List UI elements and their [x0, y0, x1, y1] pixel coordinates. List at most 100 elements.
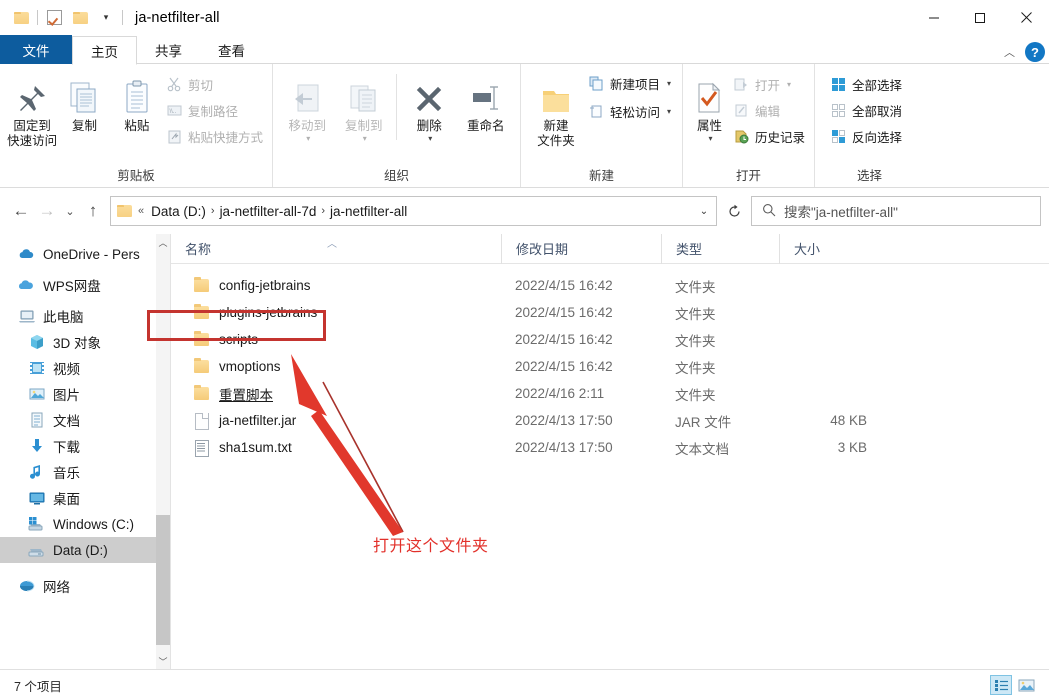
paste-button[interactable]: 粘贴: [111, 70, 163, 134]
sidebar-item-windows-c[interactable]: Windows (C:): [0, 511, 170, 537]
sidebar-item-documents[interactable]: 文档: [0, 407, 170, 433]
file-name-cell[interactable]: scripts: [171, 331, 501, 348]
table-row[interactable]: plugins-jetbrains 2022/4/15 16:42 文件夹: [171, 299, 1049, 326]
table-row[interactable]: vmoptions 2022/4/15 16:42 文件夹: [171, 353, 1049, 380]
maximize-icon[interactable]: [957, 0, 1003, 35]
navigation-pane: OneDrive - Pers WPS网盘 此电脑 3D 对象 视频 图片 文档…: [0, 234, 170, 669]
sidebar-item-3d-objects[interactable]: 3D 对象: [0, 329, 170, 355]
recent-locations-icon[interactable]: ⌄: [60, 198, 80, 224]
large-icons-view-icon[interactable]: [1015, 675, 1037, 695]
copy-path-button[interactable]: \\.. 复制路径: [163, 99, 266, 122]
easy-access-button[interactable]: 轻松访问 ▾: [585, 100, 674, 123]
column-header-name[interactable]: 名称 ︿: [171, 234, 501, 264]
file-name-cell[interactable]: config-jetbrains: [171, 277, 501, 294]
tab-home[interactable]: 主页: [72, 36, 137, 65]
column-header-date[interactable]: 修改日期: [501, 233, 661, 264]
chevron-down-icon[interactable]: ▾: [363, 134, 367, 143]
file-name-cell[interactable]: plugins-jetbrains: [171, 304, 501, 321]
help-icon[interactable]: ?: [1025, 42, 1045, 62]
refresh-icon[interactable]: [717, 196, 751, 226]
history-button[interactable]: 历史记录: [730, 125, 808, 148]
scroll-down-icon[interactable]: ﹀: [156, 653, 170, 669]
sidebar-item-onedrive[interactable]: OneDrive - Pers: [0, 241, 170, 267]
chevron-down-icon[interactable]: ▾: [708, 134, 712, 143]
file-name-cell[interactable]: 重置脚本: [171, 384, 501, 404]
sidebar-item-pictures[interactable]: 图片: [0, 381, 170, 407]
ribbon-group-clipboard: 固定到 快速访问 复制 粘贴 剪切 \\.. 复制路径 粘贴快捷方式 剪贴板: [0, 64, 272, 187]
search-input[interactable]: 搜索"ja-netfilter-all": [751, 196, 1041, 226]
sidebar-item-music[interactable]: 音乐: [0, 459, 170, 485]
pin-to-quick-access-button[interactable]: 固定到 快速访问: [6, 70, 58, 149]
move-to-button[interactable]: 移动到 ▾: [279, 70, 336, 143]
table-row[interactable]: config-jetbrains 2022/4/15 16:42 文件夹: [171, 272, 1049, 299]
breadcrumb-overflow[interactable]: «: [134, 205, 148, 217]
sidebar-item-label: OneDrive - Pers: [43, 246, 140, 262]
select-all-button[interactable]: 全部选择: [827, 73, 905, 96]
folder-icon[interactable]: [8, 5, 34, 31]
close-icon[interactable]: [1003, 0, 1049, 35]
breadcrumb-item-parent[interactable]: ja-netfilter-all-7d: [217, 204, 320, 219]
address-input[interactable]: « Data (D:) › ja-netfilter-all-7d › ja-n…: [110, 196, 717, 226]
file-name-cell[interactable]: vmoptions: [171, 358, 501, 375]
rename-icon: [468, 74, 504, 116]
back-arrow-icon[interactable]: ←: [8, 198, 34, 224]
sidebar-item-videos[interactable]: 视频: [0, 355, 170, 381]
table-row[interactable]: sha1sum.txt 2022/4/13 17:50 文本文档 3 KB: [171, 434, 1049, 461]
new-item-button[interactable]: 新建项目 ▾: [585, 72, 674, 95]
file-name-cell[interactable]: sha1sum.txt: [171, 439, 501, 457]
scrollbar-thumb[interactable]: [156, 515, 170, 645]
chevron-down-icon[interactable]: ⌄: [692, 206, 716, 217]
invert-selection-button[interactable]: 反向选择: [827, 125, 905, 148]
chevron-down-icon[interactable]: ▾: [667, 79, 671, 88]
minimize-icon[interactable]: [911, 0, 957, 35]
properties-button[interactable]: 属性 ▾: [689, 70, 730, 143]
chevron-up-icon[interactable]: ︿: [1004, 44, 1015, 60]
copy-button[interactable]: 复制: [58, 70, 110, 134]
new-folder-button[interactable]: 新建 文件夹: [527, 70, 585, 149]
column-header-size[interactable]: 大小: [779, 233, 879, 264]
sidebar-item-wps-cloud[interactable]: WPS网盘: [0, 272, 170, 298]
tab-share[interactable]: 共享: [137, 35, 200, 64]
details-view-icon[interactable]: [990, 675, 1012, 695]
sidebar-item-desktop[interactable]: 桌面: [0, 485, 170, 511]
chevron-right-icon[interactable]: ›: [319, 205, 327, 217]
tab-view[interactable]: 查看: [200, 35, 263, 64]
chevron-down-icon[interactable]: ▾: [428, 134, 432, 143]
checkbox-checked-icon[interactable]: [41, 5, 67, 31]
select-none-button[interactable]: 全部取消: [827, 99, 905, 122]
table-row[interactable]: ja-netfilter.jar 2022/4/13 17:50 JAR 文件 …: [171, 407, 1049, 434]
breadcrumb-item-drive[interactable]: Data (D:): [148, 204, 209, 219]
delete-button[interactable]: 删除 ▾: [401, 70, 458, 143]
breadcrumb-item-current[interactable]: ja-netfilter-all: [327, 204, 410, 219]
divider: [396, 74, 397, 140]
navigation-pane-scrollbar[interactable]: ︿ ﹀: [156, 234, 170, 669]
dropdown-caret-icon[interactable]: ▾: [93, 5, 119, 31]
cut-button[interactable]: 剪切: [163, 73, 266, 96]
this-pc-icon: [18, 307, 36, 325]
table-row[interactable]: 重置脚本 2022/4/16 2:11 文件夹: [171, 380, 1049, 407]
chevron-down-icon[interactable]: ▾: [787, 80, 791, 89]
scrollbar-track[interactable]: [156, 250, 170, 653]
sidebar-item-data-d[interactable]: Data (D:): [0, 537, 170, 563]
sidebar-item-this-pc[interactable]: 此电脑: [0, 303, 170, 329]
file-name-cell[interactable]: ja-netfilter.jar: [171, 412, 501, 430]
folder-icon[interactable]: [67, 5, 93, 31]
paste-shortcut-button[interactable]: 粘贴快捷方式: [163, 125, 266, 148]
sidebar-item-label: 下载: [53, 440, 80, 455]
table-row[interactable]: scripts 2022/4/15 16:42 文件夹: [171, 326, 1049, 353]
copy-to-button[interactable]: 复制到 ▾: [336, 70, 393, 143]
column-header-type[interactable]: 类型: [661, 233, 779, 264]
forward-arrow-icon[interactable]: →: [34, 198, 60, 224]
tab-file[interactable]: 文件: [0, 35, 72, 64]
open-button[interactable]: 打开 ▾: [730, 73, 808, 96]
up-arrow-icon[interactable]: ↑: [80, 198, 106, 224]
sidebar-item-downloads[interactable]: 下载: [0, 433, 170, 459]
chevron-down-icon[interactable]: ▾: [667, 107, 671, 116]
rename-button[interactable]: 重命名: [457, 70, 514, 134]
edit-button[interactable]: 编辑: [730, 99, 808, 122]
chevron-right-icon[interactable]: ›: [209, 205, 217, 217]
sidebar-item-network[interactable]: 网络: [0, 573, 170, 599]
search-icon: [762, 203, 776, 220]
chevron-down-icon[interactable]: ▾: [306, 134, 310, 143]
scroll-up-icon[interactable]: ︿: [156, 234, 170, 250]
